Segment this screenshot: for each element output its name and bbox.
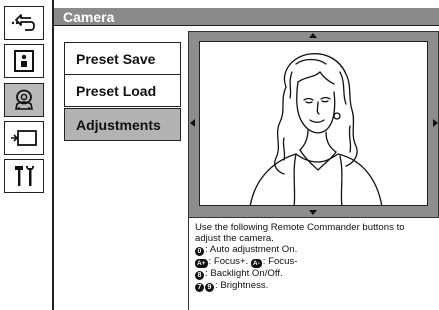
pan-left-arrow-icon[interactable] (190, 119, 195, 127)
auto-adjust-row: 0: Auto adjustment On. (195, 244, 439, 257)
focus-plus-text: : Focus+. (208, 256, 249, 268)
page-title: Camera (63, 9, 115, 25)
woman-portrait-illustration (249, 53, 383, 205)
sidebar-item-camera[interactable] (4, 83, 44, 117)
brightness-text: : Brightness. (215, 280, 269, 292)
button-7-icon: 7 (195, 283, 204, 293)
sidebar-item-user-info[interactable] (4, 44, 44, 78)
button-8-icon: 8 (195, 271, 204, 281)
brightness-row: 79: Brightness. (195, 280, 439, 293)
preset-load-button[interactable]: Preset Load (64, 74, 181, 107)
sidebar-item-back[interactable] (4, 6, 44, 40)
pan-down-arrow-icon[interactable] (309, 210, 317, 215)
backlight-row: 8: Backlight On/Off. (195, 268, 439, 281)
pan-up-arrow-icon[interactable] (309, 33, 317, 38)
sidebar-divider (52, 0, 54, 310)
camera-preview (199, 41, 428, 206)
pan-right-arrow-icon[interactable] (433, 119, 438, 127)
user-info-icon (13, 49, 35, 73)
button-9-icon: 9 (205, 283, 214, 293)
preset-save-button[interactable]: Preset Save (64, 42, 181, 75)
adjustments-button[interactable]: Adjustments (64, 108, 181, 141)
button-0-icon: 0 (195, 247, 204, 257)
auto-adjust-text: : Auto adjustment On. (205, 244, 298, 256)
sidebar (0, 0, 56, 310)
back-icon (10, 12, 38, 34)
camera-person-icon (11, 87, 37, 113)
focus-minus-button-icon: A- (250, 259, 262, 269)
header-bar: Camera (54, 8, 439, 26)
instructions-line-1: Use the following Remote Commander butto… (195, 222, 405, 233)
focus-plus-button-icon: A+ (195, 259, 208, 269)
adjustments-label: Adjustments (76, 116, 161, 133)
focus-minus-text: : Focus- (262, 256, 298, 268)
sidebar-item-tools[interactable] (4, 159, 44, 193)
backlight-text: : Backlight On/Off. (205, 268, 283, 280)
sidebar-item-display[interactable] (4, 121, 44, 155)
display-icon (10, 129, 38, 147)
tools-icon (12, 163, 36, 189)
focus-row: A+: Focus+. A-: Focus- (195, 256, 439, 269)
instructions-panel: Use the following Remote Commander butto… (188, 218, 439, 310)
preset-load-label: Preset Load (76, 82, 157, 99)
preset-save-label: Preset Save (76, 50, 156, 67)
instructions-line-2: adjust the camera. (195, 233, 274, 245)
